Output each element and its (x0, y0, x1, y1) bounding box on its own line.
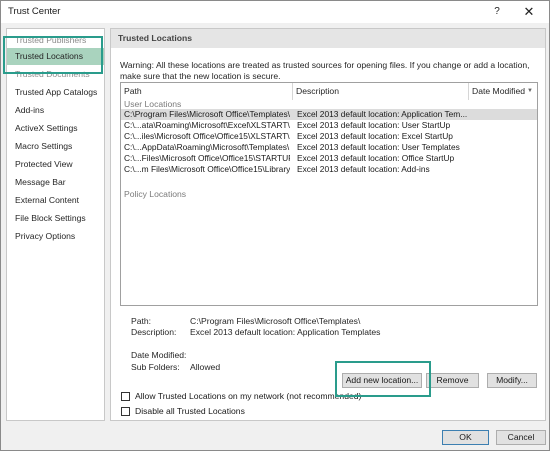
row-path: C:\...m Files\Microsoft Office\Office15\… (124, 164, 290, 174)
remove-button[interactable]: Remove (426, 373, 479, 388)
sidebar-item-file-block-settings[interactable]: File Block Settings (7, 210, 104, 227)
modify-button[interactable]: Modify... (487, 373, 537, 388)
detail-sub-folders-value: Allowed (190, 362, 221, 372)
table-row[interactable]: C:\...iles\Microsoft Office\Office15\XLS… (121, 131, 537, 142)
window-title: Trust Center (8, 6, 61, 17)
row-description: Excel 2013 default location: Excel Start… (297, 131, 453, 141)
table-row[interactable]: C:\...AppData\Roaming\Microsoft\Template… (121, 142, 537, 153)
ok-button[interactable]: OK (442, 430, 489, 445)
row-description: Excel 2013 default location: User StartU… (297, 120, 451, 130)
table-row[interactable]: C:\...Files\Microsoft Office\Office15\ST… (121, 153, 537, 164)
trust-center-dialog: Trust Center ? ✕ Trusted Publishers Trus… (0, 0, 550, 451)
disable-all-checkbox[interactable] (121, 407, 130, 416)
sidebar-item-add-ins[interactable]: Add-ins (7, 102, 104, 119)
highlight-box-add-location (335, 361, 431, 397)
column-header-description[interactable]: Description (293, 83, 469, 100)
sidebar-item-privacy-options[interactable]: Privacy Options (7, 228, 104, 245)
table-row[interactable]: C:\Program Files\Microsoft Office\Templa… (121, 109, 537, 120)
detail-sub-folders-label: Sub Folders: (131, 362, 180, 372)
group-label-policy: Policy Locations (124, 189, 187, 199)
row-description: Excel 2013 default location: Add-ins (297, 164, 430, 174)
title-bar: Trust Center ? ✕ (1, 1, 549, 23)
table-row[interactable]: C:\...m Files\Microsoft Office\Office15\… (121, 164, 537, 175)
section-title: Trusted Locations (111, 29, 545, 48)
row-path: C:\...Files\Microsoft Office\Office15\ST… (124, 153, 290, 163)
detail-path-value: C:\Program Files\Microsoft Office\Templa… (190, 316, 361, 326)
row-description: Excel 2013 default location: Application… (297, 109, 467, 119)
sidebar-nav: Trusted Publishers Trusted Locations Tru… (6, 28, 105, 421)
column-header-date-label: Date Modified (472, 86, 526, 96)
allow-network-checkbox[interactable] (121, 392, 130, 401)
group-label-user: User Locations (124, 99, 182, 109)
detail-description-value: Excel 2013 default location: Application… (190, 327, 381, 337)
sidebar-item-macro-settings[interactable]: Macro Settings (7, 138, 104, 155)
close-icon[interactable]: ✕ (518, 3, 540, 21)
disable-all-label[interactable]: Disable all Trusted Locations (135, 406, 245, 416)
sidebar-item-trusted-app-catalogs[interactable]: Trusted App Catalogs (7, 84, 104, 101)
detail-description-label: Description: (131, 327, 177, 337)
row-description: Excel 2013 default location: Office Star… (297, 153, 455, 163)
sidebar-item-activex-settings[interactable]: ActiveX Settings (7, 120, 104, 137)
row-path: C:\...AppData\Roaming\Microsoft\Template… (124, 142, 290, 152)
column-header-date-modified[interactable]: Date Modified ▼ (469, 83, 537, 100)
column-header-path[interactable]: Path (121, 83, 293, 100)
row-description: Excel 2013 default location: User Templa… (297, 142, 460, 152)
help-icon[interactable]: ? (486, 3, 508, 21)
warning-text: Warning: All these locations are treated… (120, 60, 530, 81)
row-path: C:\...ata\Roaming\Microsoft\Excel\XLSTAR… (124, 120, 290, 130)
detail-path-label: Path: (131, 316, 152, 326)
allow-network-label[interactable]: Allow Trusted Locations on my network (n… (135, 391, 361, 401)
row-path: C:\Program Files\Microsoft Office\Templa… (124, 109, 290, 119)
sort-arrow-icon: ▼ (527, 88, 533, 94)
row-path: C:\...iles\Microsoft Office\Office15\XLS… (124, 131, 290, 141)
trusted-locations-list[interactable]: Path Description Date Modified ▼ User Lo… (120, 82, 538, 306)
sidebar-item-external-content[interactable]: External Content (7, 192, 104, 209)
cancel-button[interactable]: Cancel (496, 430, 546, 445)
sidebar-item-message-bar[interactable]: Message Bar (7, 174, 104, 191)
detail-date-modified-label: Date Modified: (131, 350, 187, 360)
table-row[interactable]: C:\...ata\Roaming\Microsoft\Excel\XLSTAR… (121, 120, 537, 131)
sidebar-item-protected-view[interactable]: Protected View (7, 156, 104, 173)
highlight-box-trusted-locations (3, 36, 103, 74)
